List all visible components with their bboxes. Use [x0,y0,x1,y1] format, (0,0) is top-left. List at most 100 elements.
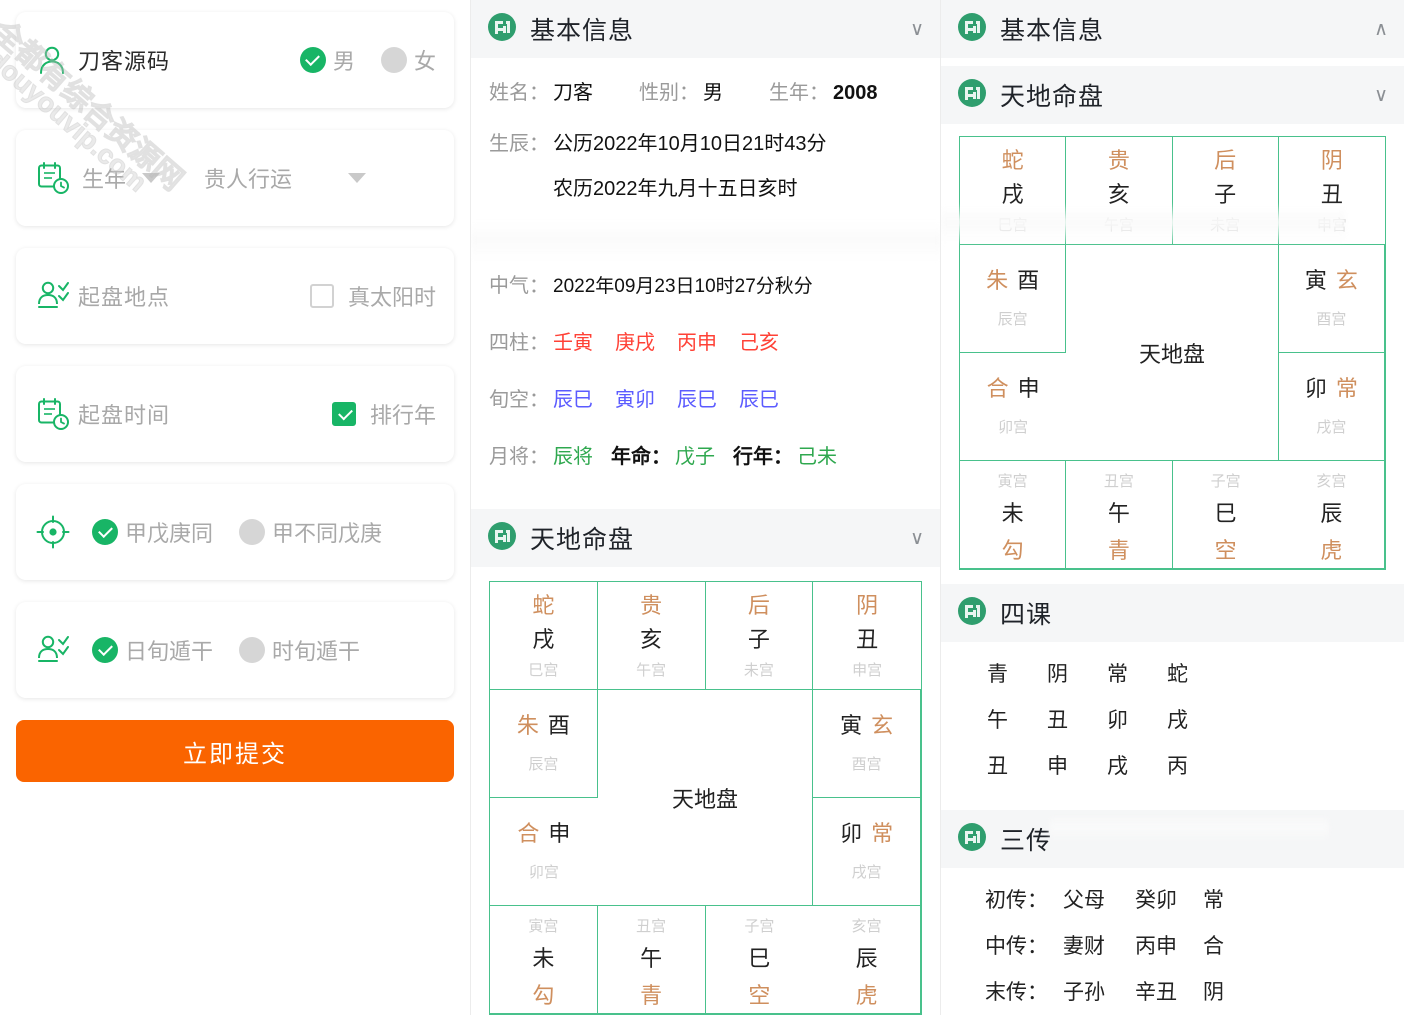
cell-branch: 未 [532,946,555,971]
board-cell[interactable]: 后 子 未宫 [705,582,814,690]
zhongqi-value: 2022年09月23日10时27分秋分 [553,276,813,297]
board-cell[interactable]: 子宫 巳 空 [1172,461,1279,569]
panel-title: 三传 [1000,827,1053,855]
board-cell[interactable]: 亥宫 辰 虎 [1278,461,1385,569]
lesson-row: 青 阴 常 蛇 [987,658,1386,688]
dungan-card: 日旬遁干 时旬遁干 [16,602,454,698]
place-card: 起盘地点 真太阳时 [16,248,454,344]
board-cell[interactable]: 朱 酉 辰宫 [960,245,1067,353]
transmission-ganzhi: 癸卯 [1135,889,1177,912]
board-cell[interactable]: 贵 亥 午宫 [1066,137,1173,245]
four-lessons-body: 青 阴 常 蛇 午 丑 卯 戌 丑 申 戌 丙 [941,642,1404,810]
right-basic-info-header[interactable]: 基本信息 ∧ [941,0,1404,58]
chevron-down-icon[interactable]: ∨ [910,19,924,39]
cell-palace: 申宫 [852,662,883,680]
true-solar-time-checkbox[interactable]: 真太阳时 [309,280,436,312]
cell-palace: 子宫 [1210,473,1241,490]
birth-label: 生辰： [489,133,549,155]
rule-option-different[interactable]: 甲不同戊庚 [239,516,382,548]
cell-branch: 丑 [1320,181,1343,207]
nianming-label: 年命： [611,446,671,468]
cell-god: 常 [871,820,894,846]
gender-option-female[interactable]: 女 [380,44,436,76]
board-cell[interactable]: 阴 丑 申宫 [1278,137,1385,245]
cell-god: 玄 [1335,267,1358,293]
cell-god: 蛇 [532,593,555,618]
board-cell[interactable]: 后 子 未宫 [1172,137,1279,245]
chevron-down-icon [348,173,367,183]
board-cell[interactable]: 蛇 戌 巳宫 [960,137,1067,245]
chevron-down-icon[interactable]: ∨ [1374,85,1388,105]
zhongqi-row: 中气： 2022年09月23日10时27分秋分 [489,269,922,298]
name-gender-card: 刀客源码 男 女 [16,12,454,108]
panel-title: 基本信息 [1000,17,1105,45]
four-lessons-header[interactable]: 四课 [941,584,1404,642]
birth-year-select[interactable]: 生年 [82,162,161,194]
rank-year-checkbox[interactable]: 排行年 [331,398,436,430]
transmission-row: 中传： 妻财 丙申 合 [985,930,1386,960]
board-cell[interactable]: 阴 丑 申宫 [813,582,921,690]
board-cell[interactable]: 丑宫 午 青 [1066,461,1173,569]
brand-logo-icon [957,822,987,857]
heaven-earth-board-right: 蛇 戌 巳宫 贵 亥 午宫 后 子 未宫 阴 丑 申宫 朱 酉 辰宫 天地盘 寅… [959,136,1386,570]
board-cell[interactable]: 寅宫 未 勾 [490,906,598,1014]
cell-palace: 戌宫 [851,864,882,882]
chevron-down-icon[interactable]: ∨ [910,528,924,548]
cell-god: 后 [1214,148,1237,173]
lesson-cell: 丙 [1167,755,1188,778]
dungan-option-day[interactable]: 日旬遁干 [92,634,213,666]
transmission-god: 阴 [1203,981,1224,1004]
board-cell[interactable]: 子宫 巳 空 [705,906,814,1014]
luck-select[interactable]: 贵人行运 [204,162,367,194]
chevron-up-icon[interactable]: ∧ [1374,19,1388,39]
submit-button[interactable]: 立即提交 [16,720,454,782]
board-cell[interactable]: 蛇 戌 巳宫 [490,582,598,690]
cell-palace: 酉宫 [1316,311,1347,329]
board-cell[interactable]: 寅 玄 酉宫 [1278,245,1385,353]
right-panel: 基本信息 ∧ 天地命盘 ∨ 蛇 戌 巳宫 贵 亥 午宫 后 子 未宫 阴 丑 申… [940,0,1404,1015]
board-cell[interactable]: 卯 常 戌宫 [1278,353,1385,461]
cell-palace: 酉宫 [851,756,882,774]
cell-palace: 戌宫 [1316,419,1347,437]
sizhu-value-0: 壬寅 [553,332,593,354]
cell-god: 青 [1107,537,1130,563]
yuejiang-label: 月将： [489,446,549,468]
gender-option-male[interactable]: 男 [299,44,355,76]
nianming-value: 戊子 [675,446,715,468]
cell-palace: 午宫 [636,662,667,680]
board-cell[interactable]: 寅 玄 酉宫 [813,690,921,798]
board-cell[interactable]: 贵 亥 午宫 [597,582,706,690]
middle-basic-info-header[interactable]: 基本信息 ∨ [471,0,940,58]
cell-god: 后 [747,593,770,618]
form-panel: 刀客源码 男 女 生年 贵人行运 起盘地点 真太阳时 起盘时间 排行年 甲戊庚同… [0,0,470,1015]
lesson-cell: 申 [1047,755,1068,778]
rule-option-same[interactable]: 甲戊庚同 [92,516,213,548]
board-cell[interactable]: 朱 酉 辰宫 [490,690,598,798]
transmission-ganzhi: 辛丑 [1135,981,1177,1004]
cell-god: 勾 [1001,537,1024,563]
three-transmissions-header[interactable]: 三传 [941,810,1404,868]
right-board-header[interactable]: 天地命盘 ∨ [941,66,1404,124]
board-cell[interactable]: 丑宫 午 青 [597,906,706,1014]
name-value: 刀客 [553,82,593,104]
target-icon [34,513,78,551]
board-cell[interactable]: 寅宫 未 勾 [960,461,1067,569]
board-cell[interactable]: 合 申 卯宫 [490,798,598,906]
xunkong-row: 旬空： 辰巳 寅卯 辰巳 辰巳 [489,383,922,412]
xunkong-value-0: 辰巳 [553,389,593,411]
cell-palace: 亥宫 [851,918,882,935]
board-cell[interactable]: 亥宫 辰 虎 [813,906,921,1014]
middle-board-header[interactable]: 天地命盘 ∨ [471,509,940,567]
panel-title: 四课 [1000,601,1053,629]
radio-unselected-icon [239,519,266,545]
board-cell[interactable]: 合 申 卯宫 [960,353,1067,461]
dungan-option-hour[interactable]: 时旬遁干 [239,634,360,666]
cell-palace: 未宫 [1210,217,1241,235]
cell-god: 阴 [856,593,879,618]
board-cell[interactable]: 卯 常 戌宫 [813,798,921,906]
cell-god: 勾 [532,982,555,1008]
name-input[interactable]: 刀客源码 [78,44,170,76]
cell-palace: 辰宫 [528,756,559,774]
sizhu-label: 四柱： [489,332,549,354]
cell-palace: 寅宫 [528,918,559,935]
